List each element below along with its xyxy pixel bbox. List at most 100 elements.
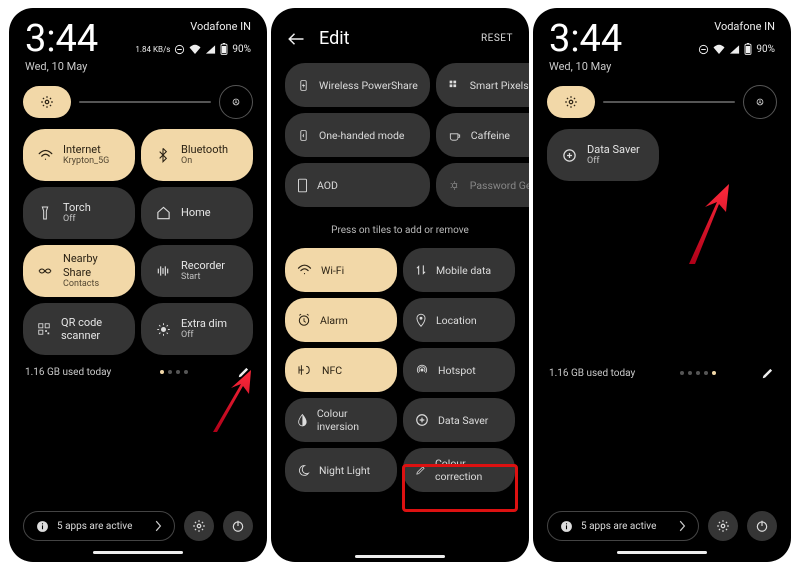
settings-button[interactable] <box>184 511 214 541</box>
tile-data-saver[interactable]: Data SaverOff <box>547 129 659 181</box>
data-usage-label[interactable]: 1.16 GB used today <box>549 368 635 379</box>
page-dots <box>680 371 716 375</box>
wifi-icon <box>713 44 725 54</box>
reset-button[interactable]: RESET <box>481 33 513 44</box>
tile-colour-correction[interactable]: Colour correction <box>403 448 515 492</box>
active-apps-label: 5 apps are active <box>581 521 656 532</box>
smart-pixels-icon <box>448 79 461 92</box>
edit-button[interactable] <box>761 366 775 380</box>
tile-alarm[interactable]: Alarm <box>285 298 397 342</box>
carrier-label: Vodafone IN <box>698 20 775 33</box>
carrier-label: Vodafone IN <box>135 20 251 33</box>
brightness-settings-pill[interactable] <box>547 86 595 118</box>
brightness-row: A <box>9 77 267 129</box>
tile-label: Colour correction <box>435 457 503 483</box>
tile-hotspot[interactable]: Hotspot <box>403 348 515 392</box>
tile-title: Nearby Share <box>63 252 121 278</box>
tile-data-saver[interactable]: Data Saver <box>403 398 515 442</box>
tile-sub: Off <box>587 156 640 167</box>
gear-icon <box>564 95 578 109</box>
tile-title: Recorder <box>181 259 225 272</box>
dnd-icon <box>698 44 709 55</box>
phone-quick-settings: 3:44 Wed, 10 May Vodafone IN 1.84 KB/s 9… <box>9 8 267 562</box>
nav-home-indicator[interactable] <box>617 551 707 554</box>
edit-active-tiles: Wireless PowerShare Smart Pixels One-han… <box>271 63 529 207</box>
tile-nfc[interactable]: NFC <box>285 348 397 392</box>
tile-sub: Off <box>63 214 91 225</box>
nav-home-indicator[interactable] <box>355 555 445 558</box>
brightness-settings-pill[interactable] <box>23 86 71 118</box>
qr-icon <box>37 322 51 336</box>
tile-wireless-powershare[interactable]: Wireless PowerShare <box>285 63 430 107</box>
active-apps-pill[interactable]: 5 apps are active <box>547 511 699 541</box>
signal-icon <box>205 44 216 54</box>
tile-aod[interactable]: AOD <box>285 163 430 207</box>
mobile-data-icon <box>415 263 427 277</box>
tile-caffeine[interactable]: Caffeine <box>436 113 529 157</box>
one-handed-icon <box>297 129 310 142</box>
nav-home-indicator[interactable] <box>93 551 183 554</box>
tile-night-light[interactable]: Night Light <box>285 448 397 492</box>
aod-icon <box>297 178 308 193</box>
annotation-arrow <box>671 184 735 266</box>
tile-smart-pixels[interactable]: Smart Pixels <box>436 63 529 107</box>
tile-label: Smart Pixels <box>470 79 529 92</box>
power-icon <box>231 519 245 533</box>
edit-header: Edit RESET <box>271 8 529 63</box>
tile-label: Location <box>436 314 477 327</box>
caffeine-icon <box>448 129 462 142</box>
edit-available-tiles: Wi-Fi Mobile data Alarm Location NFC Hot… <box>271 248 529 492</box>
active-apps-label: 5 apps are active <box>57 521 132 532</box>
tile-mobile-data[interactable]: Mobile data <box>403 248 515 292</box>
location-icon <box>415 313 427 328</box>
powershare-icon <box>297 79 310 92</box>
power-button[interactable] <box>747 511 777 541</box>
status-icons: 1.84 KB/s 90% <box>135 43 251 55</box>
tile-sub: Start <box>181 272 225 283</box>
data-usage-label[interactable]: 1.16 GB used today <box>25 367 111 378</box>
tile-bluetooth[interactable]: BluetoothOn <box>141 129 253 181</box>
tile-internet[interactable]: InternetKrypton_5G <box>23 129 135 181</box>
settings-button[interactable] <box>708 511 738 541</box>
auto-brightness-button[interactable]: A <box>743 85 777 119</box>
page-dots <box>160 370 188 374</box>
tile-label: NFC <box>322 364 342 377</box>
arrow-left-icon <box>287 32 305 46</box>
signal-icon <box>729 44 740 54</box>
power-button[interactable] <box>223 511 253 541</box>
back-button[interactable] <box>287 32 305 46</box>
tile-extra-dim[interactable]: Extra dimOff <box>141 303 253 355</box>
qs-tile-grid: InternetKrypton_5G BluetoothOn TorchOff … <box>9 129 267 355</box>
status-right: Vodafone IN 90% <box>698 20 775 55</box>
tile-one-handed[interactable]: One-handed mode <box>285 113 430 157</box>
tile-home[interactable]: Home <box>141 187 253 239</box>
tile-torch[interactable]: TorchOff <box>23 187 135 239</box>
svg-text:A: A <box>234 100 238 106</box>
brightness-slider[interactable] <box>79 101 211 103</box>
tile-password-gen[interactable]: Password Generator <box>436 163 529 207</box>
brightness-slider[interactable] <box>603 101 735 103</box>
info-icon <box>36 520 49 533</box>
status-right: Vodafone IN 1.84 KB/s 90% <box>135 20 251 55</box>
tile-label: Caffeine <box>471 129 510 142</box>
active-apps-pill[interactable]: 5 apps are active <box>23 511 175 541</box>
tile-wifi[interactable]: Wi-Fi <box>285 248 397 292</box>
password-icon <box>448 179 461 192</box>
date: Wed, 10 May <box>25 60 98 73</box>
tile-qr-scanner[interactable]: QR code scanner <box>23 303 135 355</box>
edit-button[interactable] <box>237 365 251 379</box>
dnd-icon <box>174 44 185 55</box>
tile-recorder[interactable]: RecorderStart <box>141 245 253 297</box>
auto-brightness-button[interactable]: A <box>219 85 253 119</box>
tile-title: Extra dim <box>181 317 227 330</box>
status-left: 3:44 Wed, 10 May <box>25 20 98 73</box>
data-saver-icon <box>561 148 577 163</box>
tile-nearby-share[interactable]: Nearby ShareContacts <box>23 245 135 297</box>
clock: 3:44 <box>25 20 98 58</box>
nfc-icon <box>297 364 313 376</box>
tile-title: Torch <box>63 201 91 214</box>
tile-location[interactable]: Location <box>403 298 515 342</box>
tile-label: Hotspot <box>438 364 476 377</box>
edit-hint: Press on tiles to add or remove <box>271 207 529 248</box>
tile-colour-inversion[interactable]: Colour inversion <box>285 398 397 442</box>
